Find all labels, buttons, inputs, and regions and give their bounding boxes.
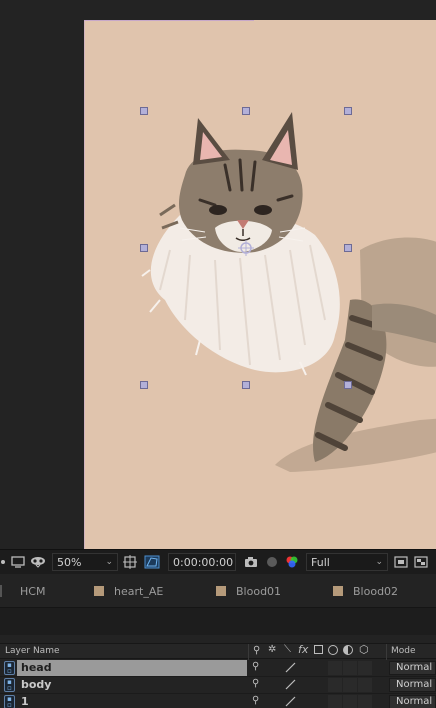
cat-artwork[interactable] [0, 0, 436, 549]
switch-cell[interactable] [328, 695, 342, 708]
monitor-icon[interactable] [8, 552, 28, 572]
cat-eye-left [209, 205, 227, 215]
effects-icon[interactable]: fx [298, 643, 308, 656]
zoom-select[interactable]: 50% ⌄ [52, 553, 118, 571]
motion-blur-icon[interactable] [328, 645, 338, 655]
mode-column-header[interactable]: Mode [391, 646, 416, 656]
transform-handle-bl[interactable] [140, 381, 148, 389]
tab-label: heart_AE [114, 584, 164, 598]
label-color-swatch [333, 586, 343, 596]
chevron-down-icon: ⌄ [375, 557, 383, 567]
precomp-layer-icon: ▪ ▫ [4, 678, 15, 692]
composition-viewer[interactable] [0, 0, 436, 549]
tab-divider [0, 585, 2, 597]
transform-handle-br[interactable] [344, 381, 352, 389]
timecode-field[interactable]: 0:00:00:00 [168, 553, 236, 571]
adjustment-layer-icon[interactable] [343, 645, 353, 655]
tab-label: HCM [20, 584, 46, 598]
resolution-select[interactable]: Full ⌄ [306, 553, 388, 571]
transform-handle-mr[interactable] [344, 244, 352, 252]
quality-switch[interactable] [284, 678, 298, 692]
chevron-down-icon: ⌄ [105, 557, 113, 567]
layer-panel-header: Layer Name ⚲ ✲ ⟍ fx ⬡ Mode [0, 643, 436, 660]
shy-switch[interactable]: ⚲ [252, 695, 266, 708]
blend-mode-select[interactable]: Normal [389, 678, 436, 692]
timeline-controls-bar [0, 607, 436, 635]
show-snapshot-icon[interactable] [262, 552, 282, 572]
tab-blood01[interactable]: Blood01 [216, 575, 281, 607]
zoom-value: 50% [57, 555, 82, 569]
composition-tabs: HCM heart_AE Blood01 Blood02 [0, 575, 436, 607]
3d-layer-icon[interactable]: ⬡ [359, 643, 369, 656]
frame-blending-icon[interactable] [314, 645, 323, 654]
switch-cell[interactable] [328, 661, 342, 675]
layer-name[interactable]: 1 [17, 694, 247, 708]
shy-switch[interactable]: ⚲ [252, 661, 266, 675]
precomp-layer-icon: ▪ ▫ [4, 695, 15, 708]
color-channels-icon[interactable] [282, 552, 302, 572]
tab-blood02[interactable]: Blood02 [333, 575, 398, 607]
cat-eye-right [254, 205, 272, 215]
timecode-value: 0:00:00:00 [173, 555, 234, 569]
layer-name-column-header[interactable]: Layer Name [5, 646, 60, 656]
layer-row[interactable]: ▪ ▫ head ⚲ Normal [0, 660, 436, 677]
column-divider [386, 644, 387, 660]
precomp-layer-icon: ▪ ▫ [4, 661, 15, 675]
layer-row[interactable]: ▪ ▫ body ⚲ Normal [0, 677, 436, 694]
switch-cell[interactable] [343, 678, 357, 692]
blend-mode-select[interactable]: Normal [389, 661, 436, 675]
quality-icon[interactable]: ⟍ [284, 644, 291, 655]
viewer-toolbar: 50% ⌄ 0:00:00:00 Full ⌄ [0, 549, 436, 574]
transform-handle-tr[interactable] [344, 107, 352, 115]
switch-cell[interactable] [343, 695, 357, 708]
tab-label: Blood02 [353, 584, 399, 598]
label-color-swatch [216, 586, 226, 596]
switch-cell[interactable] [358, 678, 372, 692]
transform-handle-bc[interactable] [242, 381, 250, 389]
layer-list: ▪ ▫ head ⚲ Normal ▪ ▫ body ⚲ Normal ▪ ▫ 1 ⚲… [0, 660, 436, 708]
label-color-swatch [94, 586, 104, 596]
switch-cell[interactable] [343, 661, 357, 675]
blend-mode-select[interactable]: Normal [389, 695, 436, 708]
transparency-grid-icon[interactable] [412, 552, 430, 572]
shy-switch[interactable]: ⚲ [252, 678, 266, 692]
switch-cell[interactable] [328, 678, 342, 692]
layer-name[interactable]: head [17, 660, 247, 676]
mask-icon[interactable] [28, 552, 48, 572]
quality-switch[interactable] [284, 661, 298, 675]
tab-hcm[interactable]: HCM [0, 575, 45, 607]
region-of-interest-icon[interactable] [390, 552, 412, 572]
snapshot-icon[interactable] [240, 552, 262, 572]
transform-handle-tl[interactable] [140, 107, 148, 115]
grid-guides-icon[interactable] [118, 552, 142, 572]
shy-icon[interactable]: ⚲ [253, 645, 260, 656]
quality-switch[interactable] [284, 695, 298, 708]
mask-path-visibility-icon[interactable] [142, 552, 162, 572]
layer-row[interactable]: ▪ ▫ 1 ⚲ Normal [0, 694, 436, 708]
collapse-transform-icon[interactable]: ✲ [268, 644, 276, 655]
tab-heart-ae[interactable]: heart_AE [94, 575, 163, 607]
layer-name[interactable]: body [17, 677, 247, 693]
overflow-icon[interactable] [0, 552, 8, 572]
transform-handle-tc[interactable] [242, 107, 250, 115]
column-divider [248, 644, 249, 660]
resolution-value: Full [311, 555, 330, 569]
transform-handle-ml[interactable] [140, 244, 148, 252]
switch-cell[interactable] [358, 695, 372, 708]
switch-cell[interactable] [358, 661, 372, 675]
tab-label: Blood01 [236, 584, 282, 598]
